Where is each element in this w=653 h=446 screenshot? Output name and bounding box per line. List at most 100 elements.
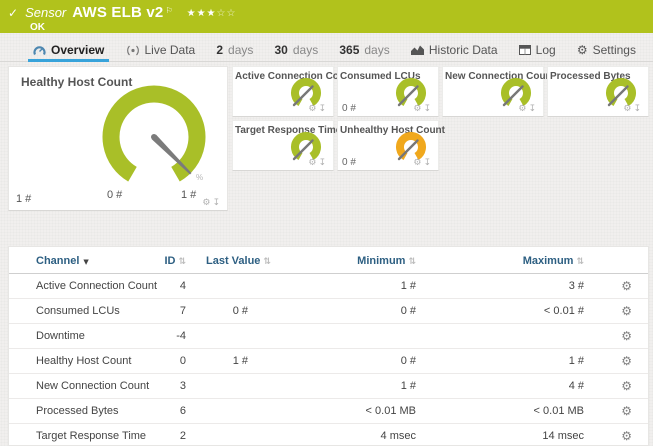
channel-settings-gear-icon[interactable]: ⚙	[621, 279, 632, 293]
channel-last-value: 0 #	[186, 299, 248, 324]
channel-minimum	[248, 324, 416, 349]
tile-gear-icon[interactable]: ⚙	[308, 104, 318, 114]
channel-minimum: 1 #	[248, 374, 416, 399]
tab-number: 365	[339, 43, 359, 57]
channel-name[interactable]: Consumed LCUs	[9, 299, 154, 324]
settings-gear-icon: ⚙	[577, 43, 588, 57]
channel-last-value	[186, 274, 248, 299]
channel-gauge-tile: Unhealthy Host Count 0 # ⚙↧	[337, 120, 439, 171]
column-header-minimum[interactable]: Minimum⇅	[248, 247, 416, 274]
tab-overview[interactable]: Overview	[28, 40, 109, 62]
channel-settings-gear-icon[interactable]: ⚙	[621, 379, 632, 393]
log-table-icon	[519, 45, 531, 55]
status-ok-icon: ✓	[8, 6, 18, 20]
channel-minimum: 1 #	[248, 274, 416, 299]
primary-gauge-title: Healthy Host Count	[9, 67, 227, 89]
tile-gear-icon[interactable]: ⚙	[202, 198, 212, 208]
channel-table-panel: Channel▼ ID⇅ Last Value⇅ Minimum⇅ Maximu…	[8, 246, 649, 446]
tab-live-data[interactable]: Live Data	[121, 40, 201, 62]
tile-action-icons[interactable]: ⚙↧	[202, 198, 222, 208]
channel-gauge-tile: New Connection Count ⚙↧	[442, 66, 544, 117]
tile-action-icons[interactable]: ⚙↧	[518, 104, 538, 114]
tab-label: Overview	[51, 43, 104, 57]
channel-name[interactable]: Healthy Host Count	[9, 349, 154, 374]
channel-maximum: 4 #	[416, 374, 584, 399]
channel-name[interactable]: New Connection Count	[9, 374, 154, 399]
channel-maximum: 1 #	[416, 349, 584, 374]
tile-action-icons[interactable]: ⚙↧	[308, 158, 328, 168]
channel-id: -4	[154, 324, 186, 349]
tab-label: days	[228, 43, 253, 57]
column-header-id[interactable]: ID⇅	[154, 247, 186, 274]
tab-label: days	[293, 43, 318, 57]
tab-365-days[interactable]: 365 days	[334, 40, 394, 62]
channel-row: Target Response Time 2 4 msec 14 msec ⚙	[9, 424, 648, 446]
gauge-last-value: 0 #	[342, 103, 356, 114]
tab-historic-data[interactable]: Historic Data	[406, 40, 503, 62]
sort-icon[interactable]: ⇅	[263, 257, 271, 267]
tab-label: Settings	[593, 43, 636, 57]
sort-icon[interactable]: ⇅	[576, 257, 584, 267]
tile-pin-icon[interactable]: ↧	[633, 104, 643, 114]
tile-pin-icon[interactable]: ↧	[528, 104, 538, 114]
channel-settings-gear-icon[interactable]: ⚙	[621, 404, 632, 418]
tile-pin-icon[interactable]: ↧	[318, 158, 328, 168]
sort-icon[interactable]: ⇅	[178, 257, 186, 267]
column-header-channel[interactable]: Channel▼	[9, 247, 154, 274]
tab-number: 2	[216, 43, 223, 57]
tile-action-icons[interactable]: ⚙↧	[308, 104, 328, 114]
tile-pin-icon[interactable]: ↧	[423, 158, 433, 168]
tile-action-icons[interactable]: ⚙↧	[413, 158, 433, 168]
channel-last-value	[186, 374, 248, 399]
channel-name[interactable]: Target Response Time	[9, 424, 154, 446]
historic-data-chart-icon	[411, 45, 424, 55]
tile-action-icons[interactable]: ⚙↧	[623, 104, 643, 114]
gauge-percent-toggle[interactable]: %	[196, 173, 203, 182]
tile-gear-icon[interactable]: ⚙	[308, 158, 318, 168]
channel-id: 7	[154, 299, 186, 324]
tab-2-days[interactable]: 2 days	[211, 40, 258, 62]
channel-name[interactable]: Active Connection Count	[9, 274, 154, 299]
live-data-icon	[126, 45, 140, 56]
tile-pin-icon[interactable]: ↧	[212, 198, 222, 208]
small-gauge-grid: Active Connection Count ⚙↧ Consumed LCUs…	[232, 66, 649, 211]
channel-maximum: < 0.01 MB	[416, 399, 584, 424]
channel-name[interactable]: Downtime	[9, 324, 154, 349]
tab-30-days[interactable]: 30 days	[270, 40, 324, 62]
channel-gauge-tile: Active Connection Count ⚙↧	[232, 66, 334, 117]
overview-gauge-icon	[33, 45, 46, 56]
sort-icon[interactable]: ⇅	[408, 257, 416, 267]
column-header-last-value[interactable]: Last Value⇅	[186, 247, 248, 274]
gauge-last-value: 0 #	[342, 157, 356, 168]
priority-stars[interactable]: ★★★☆☆	[187, 8, 237, 19]
channel-id: 4	[154, 274, 186, 299]
channel-row: Consumed LCUs 7 0 # 0 # < 0.01 # ⚙	[9, 299, 648, 324]
tile-action-icons[interactable]: ⚙↧	[413, 104, 433, 114]
column-header-maximum[interactable]: Maximum⇅	[416, 247, 584, 274]
channel-settings-gear-icon[interactable]: ⚙	[621, 304, 632, 318]
channel-row: Healthy Host Count 0 1 # 0 # 1 # ⚙	[9, 349, 648, 374]
tile-pin-icon[interactable]: ↧	[318, 104, 328, 114]
tile-gear-icon[interactable]: ⚙	[623, 104, 633, 114]
tab-label: days	[364, 43, 389, 57]
channel-row: Downtime -4 ⚙	[9, 324, 648, 349]
priority-flag-icon: ⚐	[165, 6, 172, 15]
tile-gear-icon[interactable]: ⚙	[413, 158, 423, 168]
tab-log[interactable]: Log	[514, 40, 561, 62]
stars-empty: ☆☆	[217, 8, 237, 19]
channel-id: 2	[154, 424, 186, 446]
channel-maximum	[416, 324, 584, 349]
column-header-actions	[584, 247, 648, 274]
tab-label: Log	[536, 43, 556, 57]
channel-name[interactable]: Processed Bytes	[9, 399, 154, 424]
channel-id: 0	[154, 349, 186, 374]
gauge-scale-max: 1 #	[181, 189, 196, 201]
tile-pin-icon[interactable]: ↧	[423, 104, 433, 114]
tile-gear-icon[interactable]: ⚙	[413, 104, 423, 114]
channel-settings-gear-icon[interactable]: ⚙	[621, 354, 632, 368]
tab-settings[interactable]: ⚙ Settings	[572, 40, 641, 62]
tile-gear-icon[interactable]: ⚙	[518, 104, 528, 114]
channel-settings-gear-icon[interactable]: ⚙	[621, 329, 632, 343]
gauge-section: Healthy Host Count 0 # 1 # % 1 # ⚙↧ Acti…	[8, 66, 649, 211]
sort-desc-icon[interactable]: ▼	[83, 258, 88, 266]
